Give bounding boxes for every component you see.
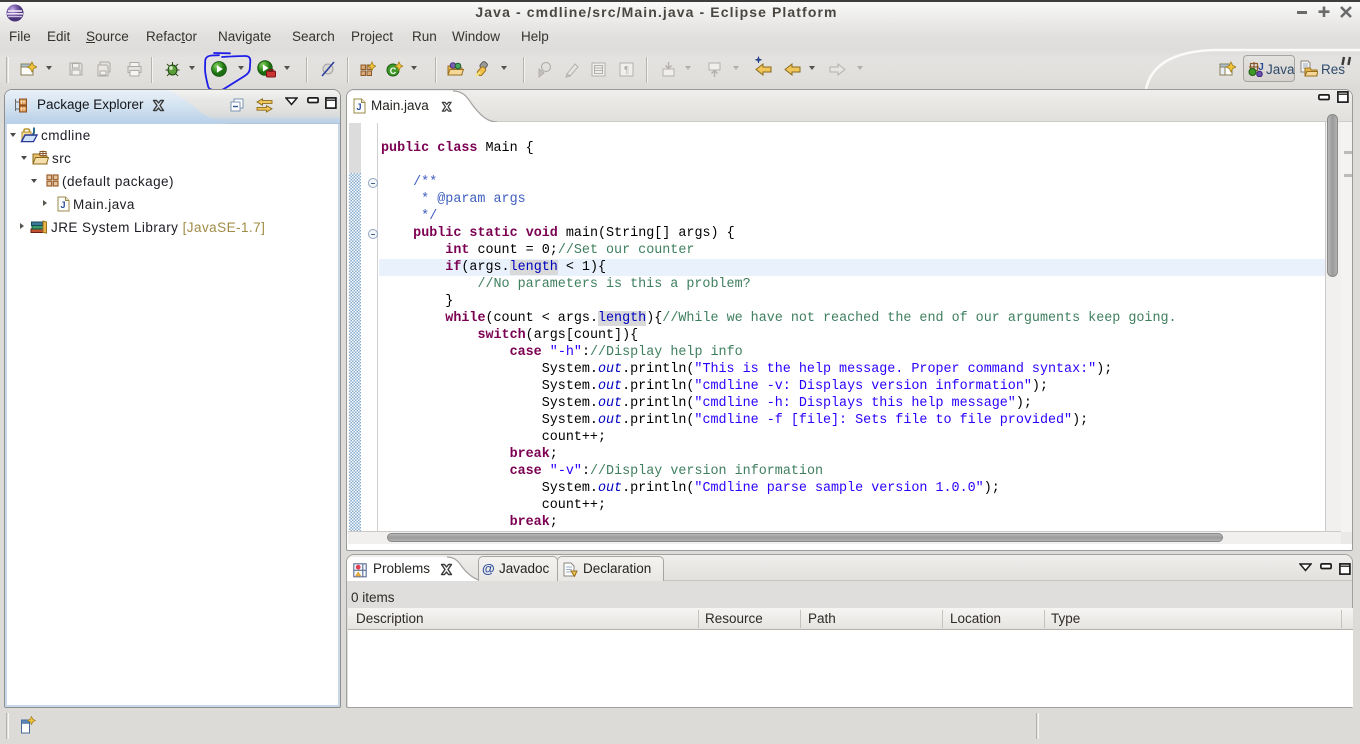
svg-text:J: J — [60, 200, 65, 210]
svg-text:J: J — [356, 102, 361, 112]
svg-text:J: J — [1258, 62, 1264, 73]
svg-text:C: C — [390, 66, 397, 76]
svg-text:¶: ¶ — [624, 65, 629, 76]
